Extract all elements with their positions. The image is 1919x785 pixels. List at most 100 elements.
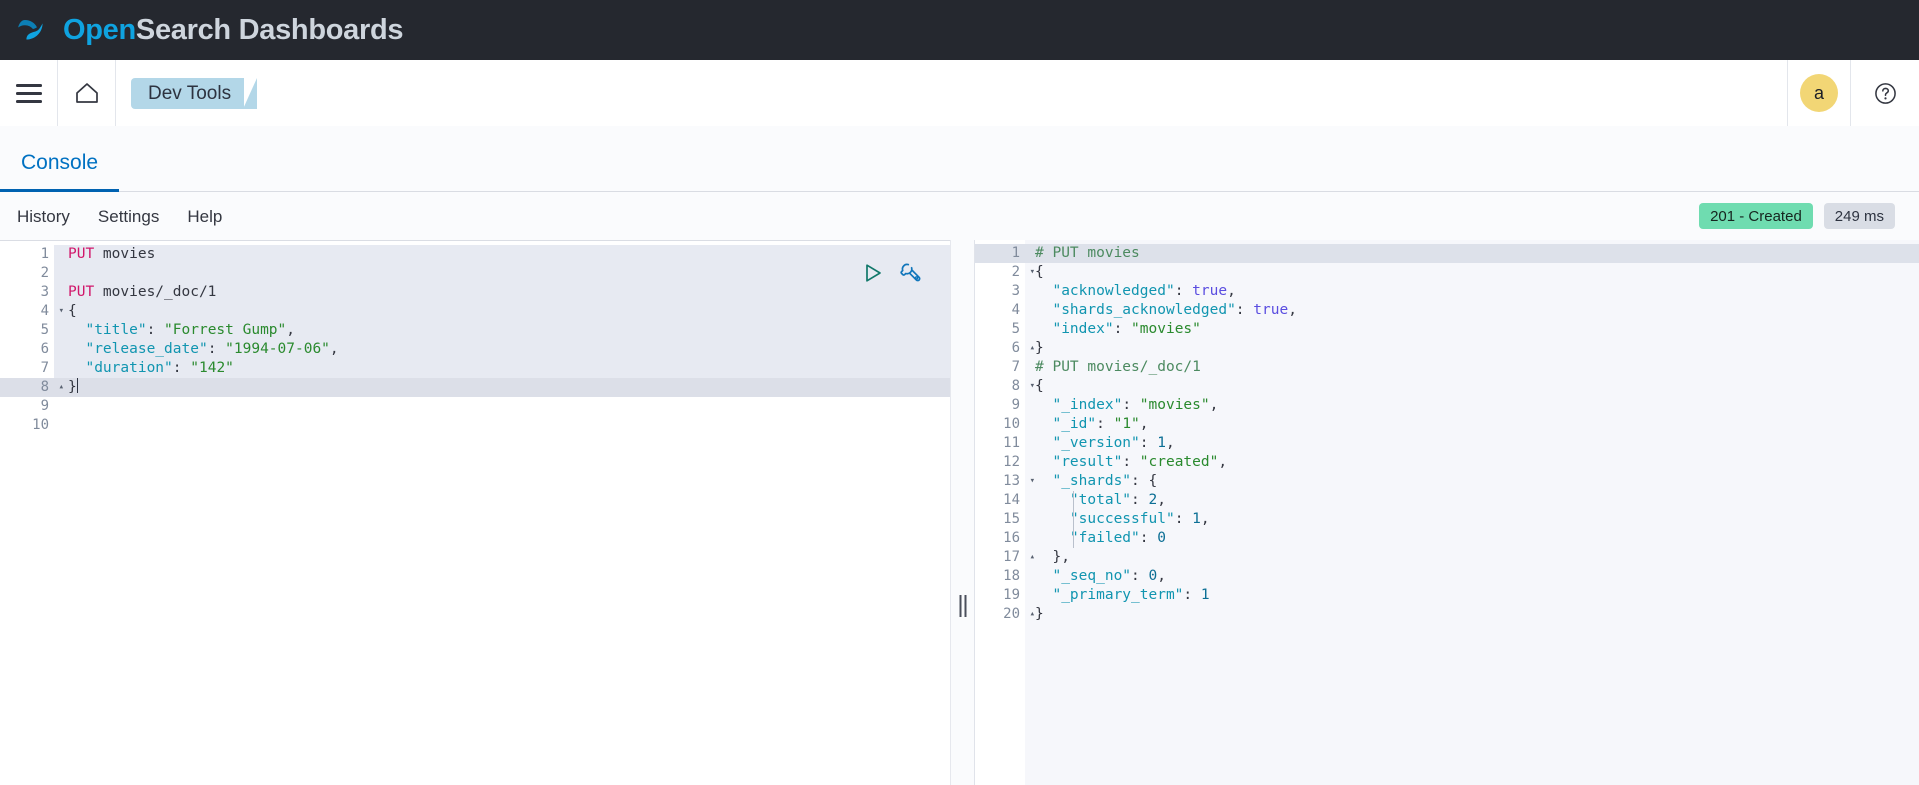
code-text: "total": 2, [1025, 491, 1166, 510]
code-token: } [1035, 606, 1044, 622]
code-token: } [68, 379, 77, 395]
code-text: PUT movies/_doc/1 [54, 283, 216, 302]
response-indent-guide [1073, 491, 1074, 548]
code-token: # PUT movies/_doc/1 [1035, 359, 1201, 375]
user-avatar-button[interactable]: a [1787, 60, 1851, 126]
code-token: }, [1052, 549, 1070, 565]
breadcrumb-item-dev-tools[interactable]: Dev Tools [131, 77, 258, 109]
line-number: 2 [40, 265, 49, 281]
hamburger-menu-button[interactable] [0, 60, 58, 126]
code-token: : [1122, 454, 1140, 470]
line-number: 7 [40, 360, 49, 376]
line-number: 12 [1003, 454, 1020, 470]
code-token: : [1235, 302, 1254, 318]
fold-open-icon[interactable]: ▾ [54, 302, 64, 321]
help-button[interactable] [1851, 60, 1919, 126]
code-token: : [1122, 397, 1140, 413]
settings-button[interactable]: Settings [98, 208, 159, 225]
line-number: 3 [40, 284, 49, 300]
fold-close-icon[interactable]: ▴ [1025, 605, 1035, 624]
code-token: "1994-07-06" [225, 341, 330, 357]
wrench-settings-icon[interactable] [898, 261, 922, 285]
code-line: 2 [0, 264, 950, 283]
line-number: 20 ▴ [1003, 606, 1035, 622]
code-text: "_id": "1", [1025, 415, 1148, 434]
help-link-button[interactable]: Help [187, 208, 222, 225]
tab-console[interactable]: Console [0, 151, 120, 192]
line-number: 1 [1011, 245, 1020, 261]
code-token: "_seq_no" [1052, 568, 1132, 584]
code-token: , [1209, 397, 1219, 413]
code-token: "_id" [1052, 416, 1097, 432]
opensearch-dashboards-logo[interactable]: OpenSearch Dashboards [14, 11, 404, 49]
code-token: "failed" [1069, 530, 1140, 546]
console-toolbar: History Settings Help 201 - Created 249 … [0, 192, 1919, 240]
line-number: 18 [1003, 568, 1020, 584]
code-token: , [1288, 302, 1297, 318]
fold-close-icon[interactable]: ▴ [1025, 339, 1035, 358]
code-token: "release_date" [85, 341, 208, 357]
home-button[interactable] [58, 60, 116, 126]
code-line: 3 PUT movies/_doc/1 [0, 283, 950, 302]
line-number: 13 ▾ [1003, 473, 1035, 489]
logo-text-open: Open [63, 13, 136, 46]
request-editor-pane[interactable]: 1 PUT movies 2 3 PUT movies/_doc/1 4 ▾{5 "titl… [0, 240, 950, 785]
pane-splitter[interactable] [950, 240, 975, 785]
code-token: "result" [1052, 454, 1123, 470]
line-number: 14 [1003, 492, 1020, 508]
app-header: OpenSearch Dashboards [0, 0, 1919, 60]
console-split-view: 1 PUT movies 2 3 PUT movies/_doc/1 4 ▾{5 "titl… [0, 240, 1919, 785]
fold-open-icon[interactable]: ▾ [1025, 263, 1035, 282]
code-token: movies [102, 246, 156, 262]
request-editor-code[interactable]: 1 PUT movies 2 3 PUT movies/_doc/1 4 ▾{5 "titl… [0, 241, 950, 435]
vertical-drag-handle-icon[interactable] [959, 595, 966, 617]
response-pane[interactable]: 1 # PUT movies 2 ▾{3 "acknowledged": true, 4… [975, 240, 1919, 785]
code-line: 8 ▴} [0, 378, 950, 397]
play-request-icon[interactable] [862, 262, 884, 284]
line-number: 4 ▾ [40, 303, 64, 319]
response-code[interactable]: 1 # PUT movies 2 ▾{3 "acknowledged": true, 4… [975, 240, 1919, 624]
line-number: 10 [1003, 416, 1020, 432]
line-number: 6 ▴ [1011, 340, 1035, 356]
line-number: 6 [40, 341, 49, 357]
code-token: "_primary_term" [1052, 587, 1184, 603]
code-token: , [286, 322, 295, 338]
code-line: 1 PUT movies [0, 245, 950, 264]
code-line: 10 [0, 416, 950, 435]
line-number: 17 ▴ [1003, 549, 1035, 565]
fold-open-icon[interactable]: ▾ [1025, 472, 1035, 491]
code-line: 5 "index": "movies" [975, 320, 1919, 339]
code-token: : [1174, 511, 1193, 527]
history-button[interactable]: History [17, 208, 70, 225]
code-token: : [172, 360, 191, 376]
logo-text-search: Search [135, 13, 231, 46]
code-token: { [1035, 264, 1044, 280]
fold-close-icon[interactable]: ▴ [1025, 548, 1035, 567]
code-text: "_index": "movies", [1025, 396, 1218, 415]
code-token: 1 [1200, 587, 1210, 603]
code-token: "total" [1069, 492, 1132, 508]
code-token: { [68, 303, 77, 319]
code-line: 10 "_id": "1", [975, 415, 1919, 434]
code-token: movies/_doc/1 [102, 284, 217, 300]
fold-close-icon[interactable]: ▴ [54, 378, 64, 397]
code-text: "failed": 0 [1025, 529, 1166, 548]
code-line: 14 "total": 2, [975, 491, 1919, 510]
code-line: 3 "acknowledged": true, [975, 282, 1919, 301]
fold-open-icon[interactable]: ▾ [1025, 377, 1035, 396]
code-line: 7 "duration": "142" [0, 359, 950, 378]
line-number: 8 ▴ [40, 379, 64, 395]
code-token: 1 [1192, 511, 1201, 527]
code-line: 4 "shards_acknowledged": true, [975, 301, 1919, 320]
line-number: 11 [1003, 435, 1020, 451]
line-number: 5 [40, 322, 49, 338]
code-token: "movies" [1131, 321, 1201, 337]
code-token: 0 [1157, 530, 1166, 546]
code-token: "movies" [1139, 397, 1210, 413]
code-line: 16 "failed": 0 [975, 529, 1919, 548]
